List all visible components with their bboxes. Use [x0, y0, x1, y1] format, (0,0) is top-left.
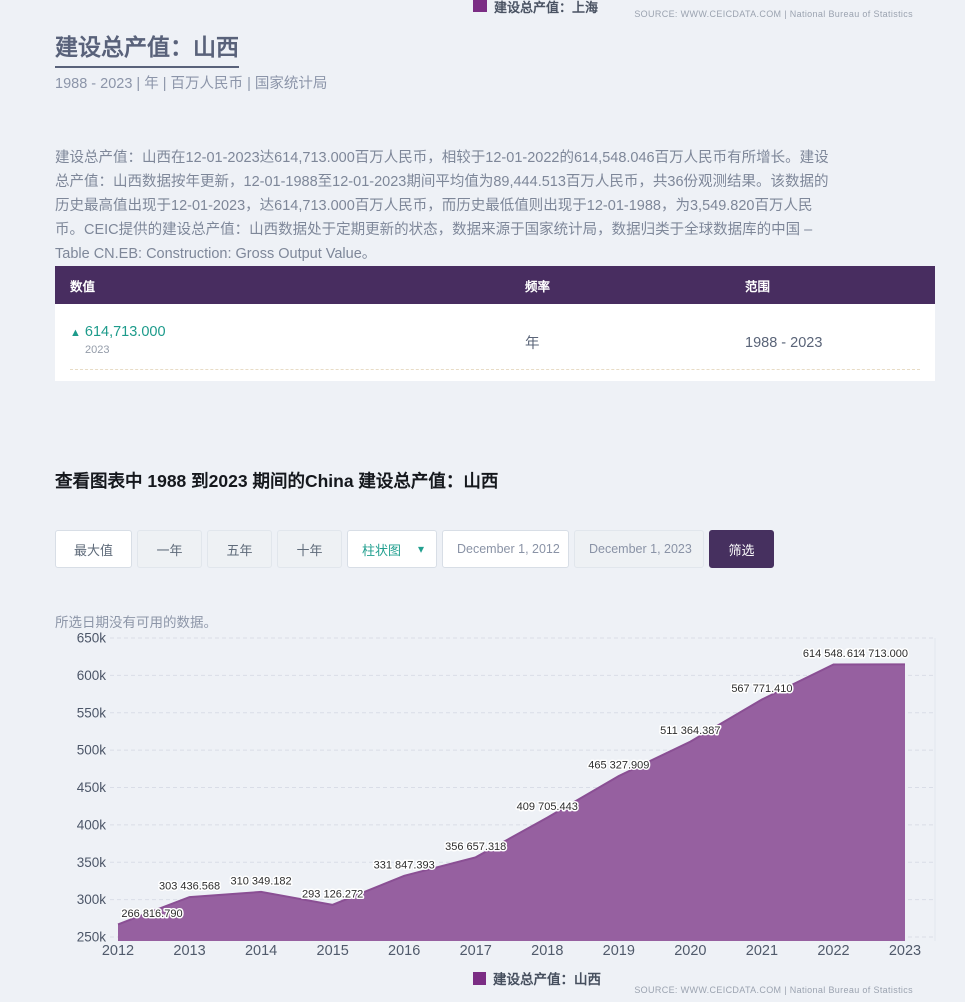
- ceic-data-page: 建设总产值：上海 SOURCE: WWW.CEICDATA.COM | Nati…: [0, 0, 965, 1002]
- data-point-label: 409 705.443: [517, 801, 578, 813]
- x-axis-tick-label: 2019: [603, 943, 635, 959]
- series-meta-subtitle: 1988 - 2023 | 年 | 百万人民币 | 国家统计局: [55, 72, 327, 93]
- chevron-down-icon: ▾: [418, 542, 424, 556]
- stats-table: 数值 频率 范围 ▲ 614,713.000 2023 年 1988 - 2023: [55, 266, 935, 381]
- data-point-label: 356 657.318: [445, 841, 506, 853]
- x-axis-tick-label: 2013: [173, 943, 205, 959]
- column-header-frequency: 频率: [510, 276, 730, 295]
- trend-up-icon: ▲: [70, 327, 81, 339]
- chart-legend-item[interactable]: 建设总产值：山西: [473, 968, 601, 988]
- column-header-range: 范围: [730, 276, 935, 295]
- previous-chart-legend[interactable]: 建设总产值：上海: [473, 0, 598, 14]
- y-axis-tick-label: 450k: [77, 780, 107, 795]
- range-value: 1988 - 2023: [730, 335, 935, 351]
- date-from-input[interactable]: [442, 530, 569, 568]
- chart-controls: 最大值 一年 五年 十年 柱状图 ▾ 筛选: [55, 530, 774, 568]
- chart-section-heading: 查看图表中 1988 到2023 期间的China 建设总产值：山西: [55, 468, 498, 493]
- series-description: 建设总产值：山西在12-01-2023达614,713.000百万人民币，相较于…: [55, 146, 837, 266]
- y-axis-tick-label: 600k: [77, 668, 107, 683]
- data-point-label: 266 816.790: [121, 908, 182, 920]
- column-header-value: 数值: [55, 276, 510, 295]
- stats-table-header: 数值 频率 范围: [55, 266, 935, 304]
- latest-value-number: 614,713.000: [85, 324, 166, 340]
- data-point-label: 310 349.182: [231, 875, 292, 887]
- filter-button[interactable]: 筛选: [709, 530, 774, 568]
- y-axis-tick-label: 400k: [77, 817, 107, 832]
- range-button-1y[interactable]: 一年: [137, 530, 202, 568]
- data-point-label: 567 771.410: [731, 683, 792, 695]
- area-chart: 250k300k350k400k450k500k550k600k650k2012…: [0, 600, 965, 965]
- chart-type-select[interactable]: 柱状图 ▾: [347, 530, 437, 568]
- data-point-label: 614 713.000: [847, 648, 908, 660]
- y-axis-tick-label: 500k: [77, 743, 107, 758]
- data-point-label: 331 847.393: [374, 859, 435, 871]
- x-axis-tick-label: 2020: [674, 943, 706, 959]
- x-axis-tick-label: 2022: [817, 943, 849, 959]
- legend-swatch-icon: [473, 0, 487, 12]
- data-point-label: 293 126.272: [302, 888, 363, 900]
- area-series-fill: [118, 664, 905, 941]
- y-axis-tick-label: 650k: [77, 631, 107, 646]
- latest-value: ▲ 614,713.000: [70, 324, 510, 340]
- frequency-value: 年: [510, 332, 730, 353]
- chart-type-selected-value: 柱状图: [362, 540, 401, 559]
- date-to-input[interactable]: [574, 530, 704, 568]
- x-axis-tick-label: 2021: [746, 943, 778, 959]
- x-axis-tick-label: 2023: [889, 943, 921, 959]
- source-attribution-bottom: SOURCE: WWW.CEICDATA.COM | National Bure…: [634, 985, 913, 995]
- y-axis-tick-label: 300k: [77, 892, 107, 907]
- latest-value-year: 2023: [85, 344, 510, 356]
- x-axis-tick-label: 2017: [460, 943, 492, 959]
- x-axis-tick-label: 2012: [102, 943, 134, 959]
- x-axis-tick-label: 2015: [317, 943, 349, 959]
- data-point-label: 465 327.909: [588, 760, 649, 772]
- y-axis-tick-label: 350k: [77, 855, 107, 870]
- previous-chart-legend-label: 建设总产值：上海: [494, 0, 598, 16]
- row-divider: [70, 369, 920, 370]
- range-button-10y[interactable]: 十年: [277, 530, 342, 568]
- range-button-5y[interactable]: 五年: [207, 530, 272, 568]
- data-point-label: 511 364.387: [660, 725, 720, 737]
- page-title-link[interactable]: 建设总产值：山西: [55, 28, 239, 68]
- data-point-label: 303 436.568: [159, 881, 220, 893]
- table-row: ▲ 614,713.000 2023 年 1988 - 2023: [55, 304, 935, 381]
- x-axis-tick-label: 2016: [388, 943, 420, 959]
- legend-swatch-icon: [473, 972, 486, 985]
- x-axis-tick-label: 2018: [531, 943, 563, 959]
- chart-legend-label: 建设总产值：山西: [493, 968, 601, 988]
- y-axis-tick-label: 550k: [77, 705, 107, 720]
- range-button-max[interactable]: 最大值: [55, 530, 132, 568]
- x-axis-tick-label: 2014: [245, 943, 277, 959]
- source-attribution-top: SOURCE: WWW.CEICDATA.COM | National Bure…: [634, 9, 913, 19]
